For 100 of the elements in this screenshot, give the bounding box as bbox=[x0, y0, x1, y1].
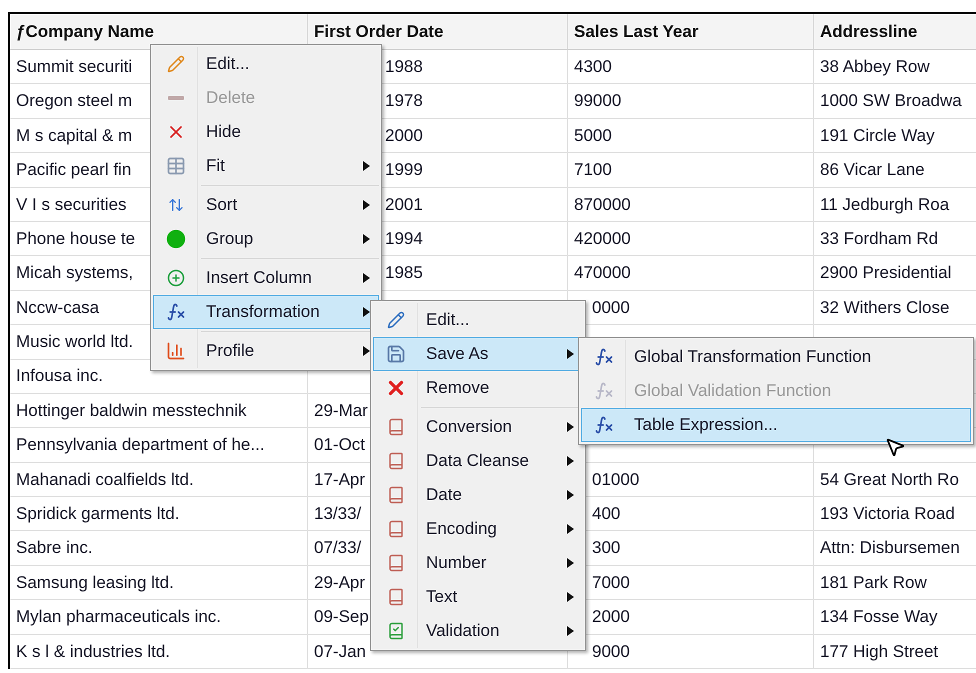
submenu-arrow-icon bbox=[567, 456, 574, 466]
menu-item[interactable]: Sort bbox=[153, 188, 379, 222]
pencil-icon bbox=[387, 311, 405, 329]
table-cell-text: 13/33/ bbox=[314, 503, 362, 526]
pencil-icon bbox=[167, 55, 185, 73]
table-cell-text: 32 Withers Close bbox=[820, 296, 950, 319]
book-icon bbox=[387, 486, 405, 504]
menu-item[interactable]: Encoding bbox=[373, 512, 583, 546]
table-cell-text: 1978 bbox=[385, 90, 423, 112]
table-cell-text: Oregon steel m bbox=[16, 90, 132, 112]
function-icon bbox=[594, 415, 614, 435]
table-cell-text: 1988 bbox=[385, 56, 423, 78]
table-cell-text: M s capital & m bbox=[16, 124, 132, 147]
table-cell-text: 07-Jan bbox=[314, 640, 366, 663]
menu-item[interactable]: Text bbox=[373, 580, 583, 614]
table-cell-text: Samsung leasing ltd. bbox=[16, 572, 174, 594]
table-cell-text: 181 Park Row bbox=[820, 572, 927, 594]
submenu-arrow-icon bbox=[567, 422, 574, 432]
table-cell-text: Mahanadi coalfields ltd. bbox=[16, 468, 194, 491]
table-cell-text: 01-Oct bbox=[314, 434, 366, 456]
table-cell-text: 1999 bbox=[385, 159, 423, 182]
submenu-arrow-icon bbox=[363, 307, 370, 317]
table-cell-text: 86 Vicar Lane bbox=[820, 159, 925, 182]
table-cell-text: 29-Mar bbox=[314, 400, 368, 422]
table-cell-text: 2001 bbox=[385, 194, 423, 216]
table-cell-text: 7100 bbox=[574, 159, 612, 182]
menu-item[interactable]: Fit bbox=[153, 149, 379, 183]
table-cell-text: 2900 Presidential bbox=[820, 262, 952, 284]
submenu-arrow-icon bbox=[363, 200, 370, 210]
table-cell-text: 38 Abbey Row bbox=[820, 56, 930, 78]
table-cell-text: 33 Fordham Rd bbox=[820, 228, 938, 250]
table-cell-text: 11 Jedburgh Roa bbox=[820, 194, 950, 216]
function-icon bbox=[166, 302, 186, 322]
table-cell-text: 1994 bbox=[385, 228, 423, 250]
submenu-arrow-icon bbox=[567, 558, 574, 568]
column-header[interactable]: Addressline bbox=[814, 14, 976, 49]
book-icon bbox=[387, 588, 405, 606]
table-cell-text: 17-Apr bbox=[314, 468, 366, 491]
book-check-icon bbox=[387, 622, 405, 640]
table-icon bbox=[166, 156, 186, 176]
table-cell-text: 9000 bbox=[592, 640, 630, 663]
function-icon bbox=[594, 381, 614, 401]
save-icon bbox=[386, 344, 406, 364]
circle-icon bbox=[166, 229, 186, 249]
table-cell-text: Attn: Disbursemen bbox=[820, 537, 960, 560]
table-cell-text: 99000 bbox=[574, 90, 622, 112]
table-cell-text: 2000 bbox=[385, 124, 423, 147]
table-cell-text: Infousa inc. bbox=[16, 365, 103, 388]
submenu-arrow-icon bbox=[567, 592, 574, 602]
table-cell-text: Mylan pharmaceuticals inc. bbox=[16, 606, 222, 628]
table-cell-text: 870000 bbox=[574, 194, 631, 216]
menu-item[interactable]: Date bbox=[373, 478, 583, 512]
function-icon bbox=[594, 347, 614, 367]
book-icon bbox=[387, 520, 405, 538]
submenu-arrow-icon bbox=[363, 273, 370, 283]
menu-item[interactable]: Transformation bbox=[153, 295, 379, 329]
table-cell-text: 4300 bbox=[574, 56, 612, 78]
table-cell-text: Music world ltd. bbox=[16, 331, 134, 354]
submenu-arrow-icon bbox=[567, 626, 574, 636]
submenu-arrow-icon bbox=[363, 161, 370, 171]
menu-item[interactable]: Edit... bbox=[153, 47, 379, 81]
menu-item[interactable]: Hide bbox=[153, 115, 379, 149]
menu-item[interactable]: Conversion bbox=[373, 410, 583, 444]
submenu-arrow-icon bbox=[363, 234, 370, 244]
table-cell-text: Nccw-casa bbox=[16, 296, 100, 319]
table-cell-text: 0000 bbox=[592, 296, 630, 319]
menu-item[interactable]: Number bbox=[373, 546, 583, 580]
submenu-arrow-icon bbox=[567, 524, 574, 534]
table-cell-text: V I s securities bbox=[16, 194, 127, 216]
table-cell-text: Pennsylvania department of he... bbox=[16, 434, 265, 456]
table-cell-text: Phone house te bbox=[16, 228, 136, 250]
menu-item[interactable]: Insert Column bbox=[153, 261, 379, 295]
table-cell-text: K s l & industries ltd. bbox=[16, 640, 170, 663]
menu-item[interactable]: Group bbox=[153, 222, 379, 256]
table-cell-text: 1985 bbox=[385, 262, 423, 284]
table-cell-text: Micah systems, bbox=[16, 262, 134, 284]
menu-item[interactable]: Global Transformation Function bbox=[581, 340, 971, 374]
column-header[interactable]: Sales Last Year bbox=[568, 14, 814, 49]
bar-chart-icon bbox=[166, 341, 186, 361]
table-cell-text: 07/33/ bbox=[314, 537, 362, 560]
menu-item[interactable]: Table Expression... bbox=[581, 408, 971, 442]
menu-item[interactable]: Remove bbox=[373, 371, 583, 405]
table-cell-text: Pacific pearl fin bbox=[16, 159, 132, 182]
menu-item[interactable]: Validation bbox=[373, 614, 583, 648]
plus-icon bbox=[167, 269, 185, 287]
submenu-arrow-icon bbox=[567, 349, 574, 359]
table-cell-text: 7000 bbox=[592, 572, 630, 594]
table-cell-text: 400 bbox=[592, 503, 620, 526]
table-cell-text: 09-Sep bbox=[314, 606, 369, 628]
table-cell-text: 54 Great North Ro bbox=[820, 468, 959, 491]
book-icon bbox=[387, 452, 405, 470]
submenu-arrow-icon bbox=[363, 346, 370, 356]
mouse-cursor-icon bbox=[884, 436, 906, 458]
table-cell-text: 5000 bbox=[574, 124, 612, 147]
table-cell-text: Summit securiti bbox=[16, 56, 132, 78]
table-cell-text: 420000 bbox=[574, 228, 631, 250]
menu-item[interactable]: Data Cleanse bbox=[373, 444, 583, 478]
book-icon bbox=[387, 418, 405, 436]
sort-icon bbox=[168, 197, 184, 213]
table-cell-text: 1000 SW Broadwa bbox=[820, 90, 962, 112]
